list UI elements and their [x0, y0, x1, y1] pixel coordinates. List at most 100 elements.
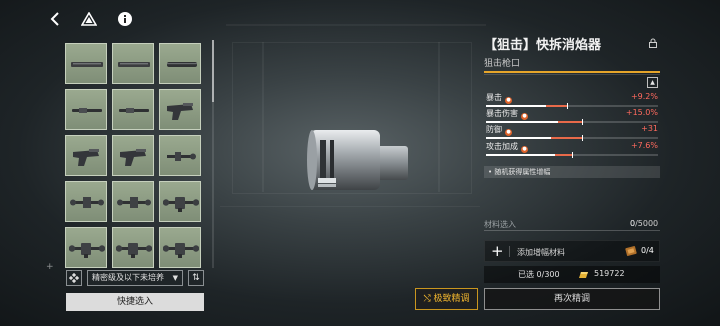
inventory-slot[interactable] [65, 89, 107, 130]
stat-label: 暴击 [486, 93, 502, 102]
scope-long-icon [69, 243, 105, 258]
inventory-slot[interactable] [65, 135, 107, 176]
material-count: 0/5000 [630, 219, 658, 228]
suppressor-long-icon [167, 62, 197, 67]
inventory-slot[interactable] [65, 227, 107, 268]
stat-bar-bonus [558, 121, 583, 123]
inventory-slot[interactable] [159, 227, 201, 268]
filter-category-button[interactable] [66, 270, 82, 286]
inventory-slot[interactable] [112, 43, 154, 84]
stat-bar-bonus [554, 154, 572, 156]
stat-bar-bonus [551, 137, 583, 139]
grip-block-icon [167, 103, 193, 120]
add-material-slot[interactable]: + 添加增幅材料 0/4 [484, 240, 660, 262]
stat-bar-base [486, 105, 547, 107]
background-pillar [262, 42, 264, 192]
barrel-thin-icon [72, 108, 102, 113]
scope-medium-icon [70, 197, 104, 208]
barrel-long-icon [71, 62, 103, 67]
stat-bar-base [486, 121, 559, 123]
quick-select-button[interactable]: 快捷选入 [66, 293, 204, 311]
gold-bar-icon [579, 272, 588, 278]
inventory-scroll-thumb[interactable] [212, 40, 214, 102]
bonus-dot-icon: ● [505, 129, 512, 136]
pin-icon: ▲ [650, 79, 655, 86]
stat-bar-bonus [546, 105, 567, 107]
quality-filter-dropdown[interactable]: 精密级及以下未培养 ▼ [87, 270, 183, 286]
chevron-down-icon: ▼ [172, 274, 178, 282]
barrel-long-icon [118, 62, 150, 67]
back-arrow-icon [50, 12, 59, 26]
scope-medium-icon [117, 197, 151, 208]
bonus-dot-icon: ● [521, 146, 528, 153]
inventory-grid-panel[interactable] [62, 40, 210, 268]
scope-long-icon [163, 243, 199, 258]
stat-name: 暴击 ● [486, 92, 512, 104]
shuffle-icon: ⤭ [423, 294, 431, 304]
extreme-refine-button[interactable]: ⤭ 极致精调 [415, 288, 478, 310]
inventory-slot[interactable] [112, 181, 154, 222]
stat-name: 暴击伤害 ● [486, 108, 528, 120]
stat-bar [486, 103, 658, 109]
selected-count: 已选 0/300 [518, 270, 560, 279]
inventory-slot[interactable] [112, 89, 154, 130]
stat-bar-base [486, 154, 555, 156]
bonus-dot-icon: ● [521, 113, 528, 120]
scope-small-icon [167, 152, 196, 161]
divider [484, 74, 660, 75]
stat-value: +15.0% [625, 108, 658, 117]
pin-button[interactable]: ▲ [647, 77, 658, 88]
stat-label: 攻击加成 [486, 142, 518, 151]
rarity-bar [484, 71, 660, 73]
refine-again-button[interactable]: 再次精调 [484, 288, 660, 310]
quality-filter-label: 精密级及以下未培养 [92, 273, 164, 282]
inventory-slot[interactable] [159, 89, 201, 130]
inventory-slot[interactable] [112, 135, 154, 176]
info-icon [118, 12, 132, 26]
inventory-slot[interactable] [65, 181, 107, 222]
plus-icon: + [491, 242, 504, 260]
sort-button[interactable]: ⇅ [188, 270, 204, 286]
selection-summary: 已选 0/300 519722 [484, 266, 660, 283]
stat-bar [486, 135, 658, 141]
inventory-slot[interactable] [65, 43, 107, 84]
inventory-grid [62, 40, 210, 268]
scope-long-icon [116, 243, 152, 258]
inventory-slot[interactable] [159, 43, 201, 84]
stat-row: 攻击加成 ● +7.6% [484, 141, 660, 159]
stat-bar [486, 152, 658, 158]
inventory-slot[interactable] [159, 135, 201, 176]
stat-row: 防御 ● +31 [484, 124, 660, 142]
stat-value: +9.2% [630, 92, 658, 101]
add-material-count: 0/4 [641, 246, 654, 255]
triangle-logo-button[interactable] [78, 8, 100, 30]
background-pillar [438, 42, 440, 192]
item-title: 【狙击】快拆消焰器 [484, 38, 602, 53]
stat-value: +7.6% [630, 141, 658, 150]
background-floor [220, 206, 480, 207]
stat-name: 防御 ● [486, 124, 512, 136]
add-material-label: 添加增幅材料 [517, 248, 565, 257]
inventory-slot[interactable] [159, 181, 201, 222]
extreme-refine-label: 极致精调 [433, 294, 470, 304]
lock-icon[interactable] [648, 38, 658, 48]
info-button[interactable] [114, 8, 136, 30]
stat-name: 攻击加成 ● [486, 141, 528, 153]
back-button[interactable] [44, 8, 66, 30]
gold-amount: 519722 [594, 269, 625, 278]
material-item-icon [625, 246, 637, 256]
stat-label: 暴击伤害 [486, 109, 518, 118]
stat-bar-base [486, 137, 552, 139]
stat-label: 防御 [486, 125, 502, 134]
scope-long-icon [163, 197, 199, 212]
barrel-thin-icon [119, 108, 149, 113]
sort-icon: ⇅ [192, 273, 200, 283]
grip-block-icon [120, 149, 146, 166]
stat-bar [486, 119, 658, 125]
inventory-slot[interactable] [112, 227, 154, 268]
diamond-grid-icon [69, 273, 79, 283]
material-label: 材料选入 [484, 220, 516, 229]
random-bonus-row: • 随机获得属性增幅 [484, 166, 660, 178]
side-plus-icon: + [46, 262, 54, 272]
bonus-dot-icon: ● [505, 97, 512, 104]
